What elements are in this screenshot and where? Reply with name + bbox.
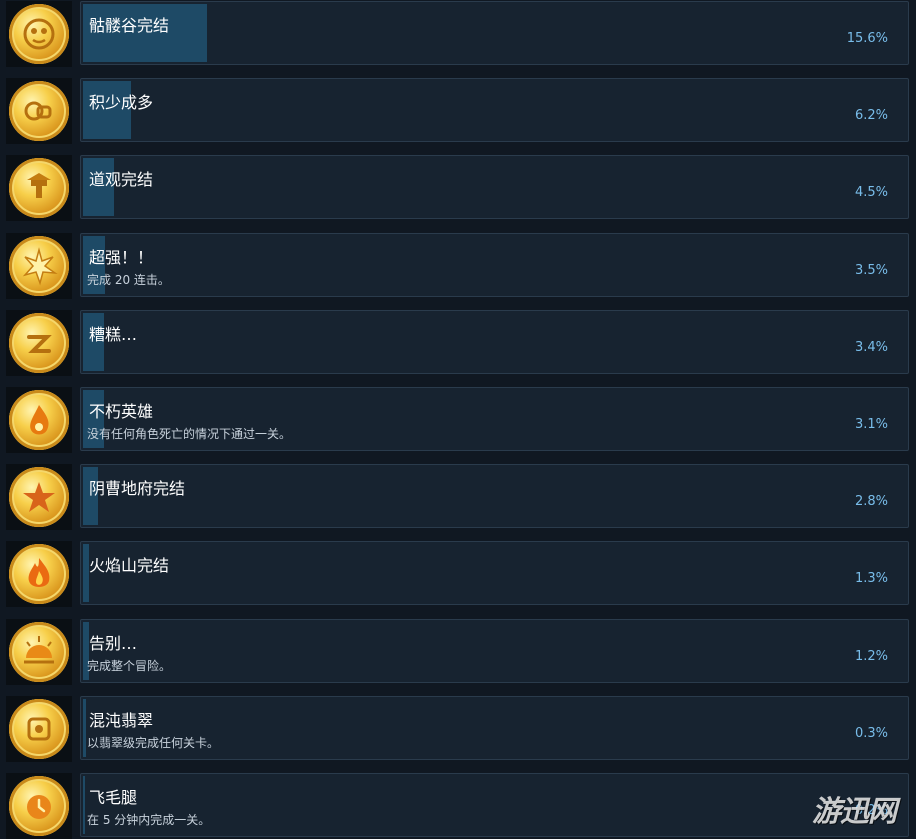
achievement-panel: 道观完结 4.5%	[80, 155, 909, 219]
achievement-panel: 积少成多 6.2%	[80, 78, 909, 142]
unlock-percent: 3.5%	[854, 263, 888, 278]
achievement-panel: 火焰山完结 1.3%	[80, 541, 909, 605]
achievement-description: 以翡翠级完成任何关卡。	[87, 736, 220, 750]
fire-icon	[9, 544, 69, 604]
achievement-name: 不朽英雄	[89, 402, 154, 421]
unlock-progress-bar	[83, 699, 86, 757]
unlock-percent: 6.2%	[854, 108, 888, 123]
achievement-name: 糟糕…	[89, 325, 138, 344]
achievement-name: 骷髅谷完结	[89, 16, 170, 35]
emblem-icon	[9, 699, 69, 759]
achievement-panel: 告别… 完成整个冒险。 1.2%	[80, 619, 909, 683]
achievement-icon-frame	[6, 387, 72, 453]
achievement-name: 阴曹地府完结	[89, 479, 186, 498]
watermark: 游迅网	[812, 794, 897, 828]
star-icon	[9, 467, 69, 527]
achievement-panel: 糟糕… 3.4%	[80, 310, 909, 374]
achievement-icon-frame	[6, 310, 72, 376]
achievement-description: 完成整个冒险。	[87, 659, 172, 673]
unlock-percent: 3.1%	[854, 417, 888, 432]
achievement-icon-frame	[6, 696, 72, 762]
temple-icon	[9, 158, 69, 218]
skull-mask-icon	[9, 4, 69, 64]
achievement-panel: 不朽英雄没有任何角色死亡的情况下通过一关。 3.1%	[80, 387, 909, 451]
achievement-name: 积少成多	[89, 93, 154, 112]
unlock-progress-bar	[83, 776, 85, 834]
achievement-name: 飞毛腿	[89, 788, 138, 807]
achievement-row: 道观完结 4.5%	[0, 155, 916, 221]
achievement-row: 骷髅谷完结 15.6%	[0, 1, 916, 67]
achievement-row: 积少成多 6.2%	[0, 78, 916, 144]
achievement-row: 阴曹地府完结 2.8%	[0, 464, 916, 530]
sunset-icon	[9, 622, 69, 682]
swirl-icon	[9, 313, 69, 373]
achievement-panel: 飞毛腿在 5 分钟内完成一关。 0.2%	[80, 773, 909, 837]
unlock-percent: 4.5%	[854, 185, 888, 200]
unlock-percent: 0.3%	[854, 726, 888, 741]
achievement-icon-frame	[6, 541, 72, 607]
clock-icon	[9, 776, 69, 836]
achievement-panel: 阴曹地府完结 2.8%	[80, 464, 909, 528]
achievement-icon-frame	[6, 155, 72, 221]
achievement-icon-frame	[6, 78, 72, 144]
achievement-description: 没有任何角色死亡的情况下通过一关。	[87, 427, 292, 441]
achievement-icon-frame	[6, 233, 72, 299]
achievement-row: 糟糕… 3.4%	[0, 310, 916, 376]
achievement-row: 飞毛腿在 5 分钟内完成一关。 0.2%	[0, 773, 916, 839]
achievement-row: 超强！！ 完成 20 连击。 3.5%	[0, 233, 916, 299]
achievement-icon-frame	[6, 1, 72, 67]
achievement-panel: 混沌翡翠以翡翠级完成任何关卡。 0.3%	[80, 696, 909, 760]
achievement-icon-frame	[6, 464, 72, 530]
achievement-name: 混沌翡翠	[89, 711, 154, 730]
achievement-panel: 超强！！ 完成 20 连击。 3.5%	[80, 233, 909, 297]
achievement-name: 道观完结	[89, 170, 154, 189]
achievement-icon-frame	[6, 773, 72, 839]
achievement-row: 告别… 完成整个冒险。 1.2%	[0, 619, 916, 685]
achievement-description: 完成 20 连击。	[87, 273, 170, 287]
burst-icon	[9, 236, 69, 296]
achievement-name: 超强！！	[89, 248, 154, 267]
achievement-row: 混沌翡翠以翡翠级完成任何关卡。 0.3%	[0, 696, 916, 762]
achievement-row: 不朽英雄没有任何角色死亡的情况下通过一关。 3.1%	[0, 387, 916, 453]
achievement-description: 在 5 分钟内完成一关。	[87, 813, 211, 827]
unlock-percent: 1.2%	[854, 649, 888, 664]
unlock-percent: 3.4%	[854, 340, 888, 355]
achievement-name: 火焰山完结	[89, 556, 170, 575]
unlock-percent: 1.3%	[854, 571, 888, 586]
achievement-panel: 骷髅谷完结 15.6%	[80, 1, 909, 65]
achievement-name: 告别…	[89, 634, 138, 653]
coins-icon	[9, 81, 69, 141]
achievement-row: 火焰山完结 1.3%	[0, 541, 916, 607]
achievement-icon-frame	[6, 619, 72, 685]
unlock-percent: 15.6%	[846, 31, 888, 46]
unlock-percent: 2.8%	[854, 494, 888, 509]
flame-drop-icon	[9, 390, 69, 450]
